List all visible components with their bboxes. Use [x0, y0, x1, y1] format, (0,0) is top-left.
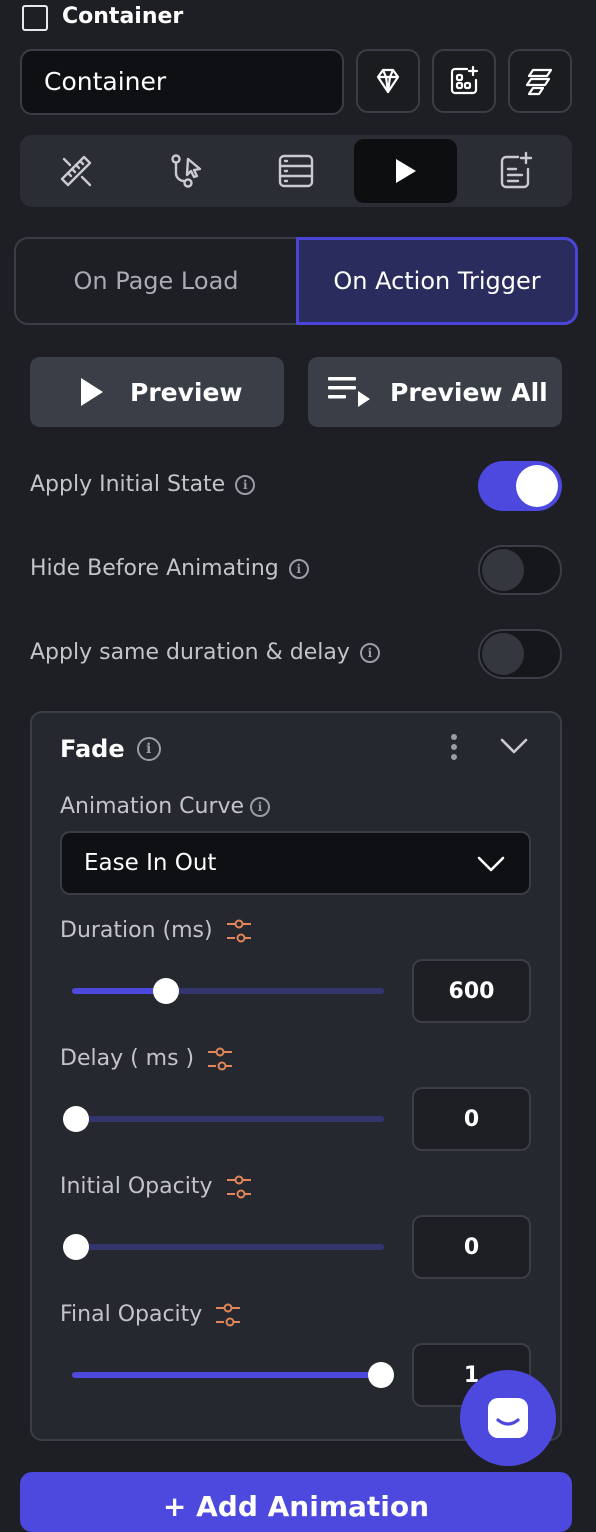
- set-variable-icon[interactable]: [225, 918, 253, 944]
- preview-label: Preview: [130, 377, 243, 407]
- set-variable-icon[interactable]: [206, 1046, 234, 1072]
- select-checkbox[interactable]: [22, 5, 48, 31]
- hide-before-animating-label: Hide Before Animating i: [30, 554, 309, 584]
- add-widget-button[interactable]: [432, 49, 496, 113]
- animation-curve-label: Animation Curve i: [60, 792, 271, 822]
- tab-on-action-trigger[interactable]: On Action Trigger: [296, 237, 578, 325]
- info-icon[interactable]: i: [235, 475, 256, 495]
- support-chat-button[interactable]: [460, 1370, 556, 1466]
- ruler-pencil-icon: [60, 155, 91, 187]
- tab-notes[interactable]: [464, 139, 567, 203]
- apply-initial-state-label: Apply Initial State i: [30, 470, 256, 500]
- delay-slider[interactable]: [72, 1116, 384, 1122]
- playlist-play-icon: [328, 377, 370, 407]
- apply-initial-state-toggle[interactable]: [478, 461, 562, 511]
- chevron-down-icon[interactable]: [500, 737, 528, 755]
- widget-type-title: Container: [62, 4, 184, 29]
- duration-slider-thumb[interactable]: [152, 978, 179, 1004]
- add-widget-icon: [450, 65, 479, 95]
- apply-same-duration-label: Apply same duration & delay i: [30, 638, 380, 668]
- initial-opacity-slider[interactable]: [72, 1244, 384, 1250]
- final-opacity-slider-thumb[interactable]: [368, 1362, 394, 1388]
- apply-same-duration-toggle[interactable]: [478, 629, 562, 679]
- info-icon[interactable]: i: [250, 797, 271, 817]
- initial-opacity-label: Initial Opacity: [60, 1172, 253, 1202]
- tab-properties[interactable]: [24, 139, 127, 203]
- animation-curve-select[interactable]: Ease In Out: [60, 831, 531, 895]
- trigger-selector: On Page Load On Action Trigger: [14, 237, 578, 325]
- play-icon: [81, 378, 103, 406]
- animation-title: Fade i: [60, 734, 161, 764]
- final-opacity-slider[interactable]: [72, 1372, 384, 1378]
- chat-icon: [488, 1398, 528, 1438]
- chevron-down-icon: [477, 856, 505, 872]
- more-vertical-icon[interactable]: [446, 733, 462, 761]
- info-icon[interactable]: i: [288, 559, 309, 579]
- delay-input[interactable]: 0: [412, 1087, 531, 1151]
- panel-tabbar: [20, 135, 572, 207]
- tab-on-page-load[interactable]: On Page Load: [16, 239, 296, 323]
- preview-button[interactable]: Preview: [30, 357, 284, 427]
- info-icon[interactable]: i: [136, 737, 161, 761]
- theme-button[interactable]: [508, 49, 572, 113]
- add-animation-button[interactable]: + Add Animation: [20, 1472, 572, 1532]
- add-note-icon: [500, 151, 532, 189]
- initial-opacity-input[interactable]: 0: [412, 1215, 531, 1279]
- delay-label: Delay ( ms ): [60, 1044, 234, 1074]
- duration-slider[interactable]: [72, 988, 384, 994]
- duration-label: Duration (ms): [60, 916, 253, 946]
- info-icon[interactable]: i: [359, 643, 380, 663]
- database-icon: [278, 154, 313, 188]
- hide-before-animating-toggle[interactable]: [478, 545, 562, 595]
- duration-input[interactable]: 600: [412, 959, 531, 1023]
- diamond-icon: [376, 68, 400, 94]
- set-variable-icon[interactable]: [225, 1174, 253, 1200]
- initial-opacity-slider-thumb[interactable]: [63, 1234, 89, 1260]
- final-opacity-label: Final Opacity: [60, 1300, 242, 1330]
- tab-actions[interactable]: [134, 139, 237, 203]
- stack-icon: [525, 68, 553, 96]
- preview-all-label: Preview All: [390, 377, 548, 407]
- workflow-icon: [170, 154, 201, 188]
- delay-slider-thumb[interactable]: [63, 1106, 89, 1132]
- play-icon: [395, 159, 416, 183]
- preview-all-button[interactable]: Preview All: [308, 357, 562, 427]
- set-variable-icon[interactable]: [214, 1302, 242, 1328]
- tab-backend-query[interactable]: [244, 139, 347, 203]
- widget-name-field[interactable]: Container: [20, 49, 344, 115]
- tab-animations[interactable]: [354, 139, 457, 203]
- gem-button[interactable]: [356, 49, 420, 113]
